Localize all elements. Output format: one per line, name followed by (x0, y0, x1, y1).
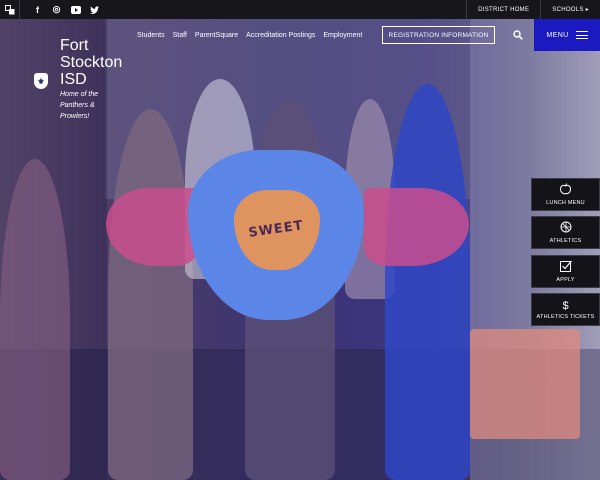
student-figure (108, 109, 193, 480)
instagram-icon[interactable]: ◎ (47, 0, 66, 19)
apple-icon (559, 183, 572, 198)
quick-link-lunch-menu[interactable]: LUNCH MENU (531, 178, 600, 211)
quick-link-label: ATHLETICS (549, 238, 582, 244)
quick-link-label: APPLY (556, 277, 575, 283)
checkbox-icon (559, 260, 572, 275)
nav-parentsquare[interactable]: ParentSquare (191, 32, 242, 39)
main-nav: Students Staff ParentSquare Accreditatio… (133, 27, 366, 43)
quick-link-label: LUNCH MENU (546, 200, 585, 206)
district-logo-icon[interactable]: ⚜ (34, 73, 48, 89)
quick-link-athletics-tickets[interactable]: $ ATHLETICS TICKETS (531, 293, 600, 326)
utility-bar: f ◎ DISTRICT HOME SCHOOLS ▸ (0, 0, 600, 19)
menu-button[interactable]: MENU (534, 19, 600, 51)
quick-link-apply[interactable]: APPLY (531, 255, 600, 288)
hamburger-icon (575, 31, 588, 39)
quick-link-label: ATHLETICS TICKETS (536, 313, 595, 320)
nav-accreditation-postings[interactable]: Accreditation Postings (242, 32, 319, 39)
search-icon[interactable] (509, 26, 527, 44)
youtube-icon[interactable] (66, 0, 85, 19)
district-home-link[interactable]: DISTRICT HOME (467, 0, 540, 19)
ball-icon (560, 221, 572, 236)
heart-poster: SWEET (188, 150, 364, 330)
student-figure (385, 84, 470, 480)
menu-label: MENU (546, 31, 569, 39)
site-tagline: Home of the Panthers & Prowlers! (60, 91, 99, 120)
quick-link-athletics[interactable]: ATHLETICS (531, 216, 600, 249)
lab-tray (470, 329, 580, 439)
caret-right-icon: ▸ (585, 7, 589, 13)
twitter-icon[interactable] (85, 0, 104, 19)
schools-label: SCHOOLS (552, 6, 584, 13)
site-name[interactable]: Fort Stockton ISD (60, 37, 140, 88)
dollar-icon: $ (562, 299, 569, 312)
divider (19, 0, 20, 19)
schools-dropdown[interactable]: SCHOOLS ▸ (541, 0, 600, 19)
nav-students[interactable]: Students (133, 32, 169, 39)
facebook-icon[interactable]: f (28, 0, 47, 19)
social-links: f ◎ (28, 0, 104, 19)
registration-information-button[interactable]: REGISTRATION INFORMATION (382, 26, 495, 44)
utility-links: DISTRICT HOME SCHOOLS ▸ (466, 0, 600, 19)
translate-icon[interactable] (0, 0, 19, 19)
nav-staff[interactable]: Staff (169, 32, 191, 39)
nav-employment[interactable]: Employment (319, 32, 366, 39)
